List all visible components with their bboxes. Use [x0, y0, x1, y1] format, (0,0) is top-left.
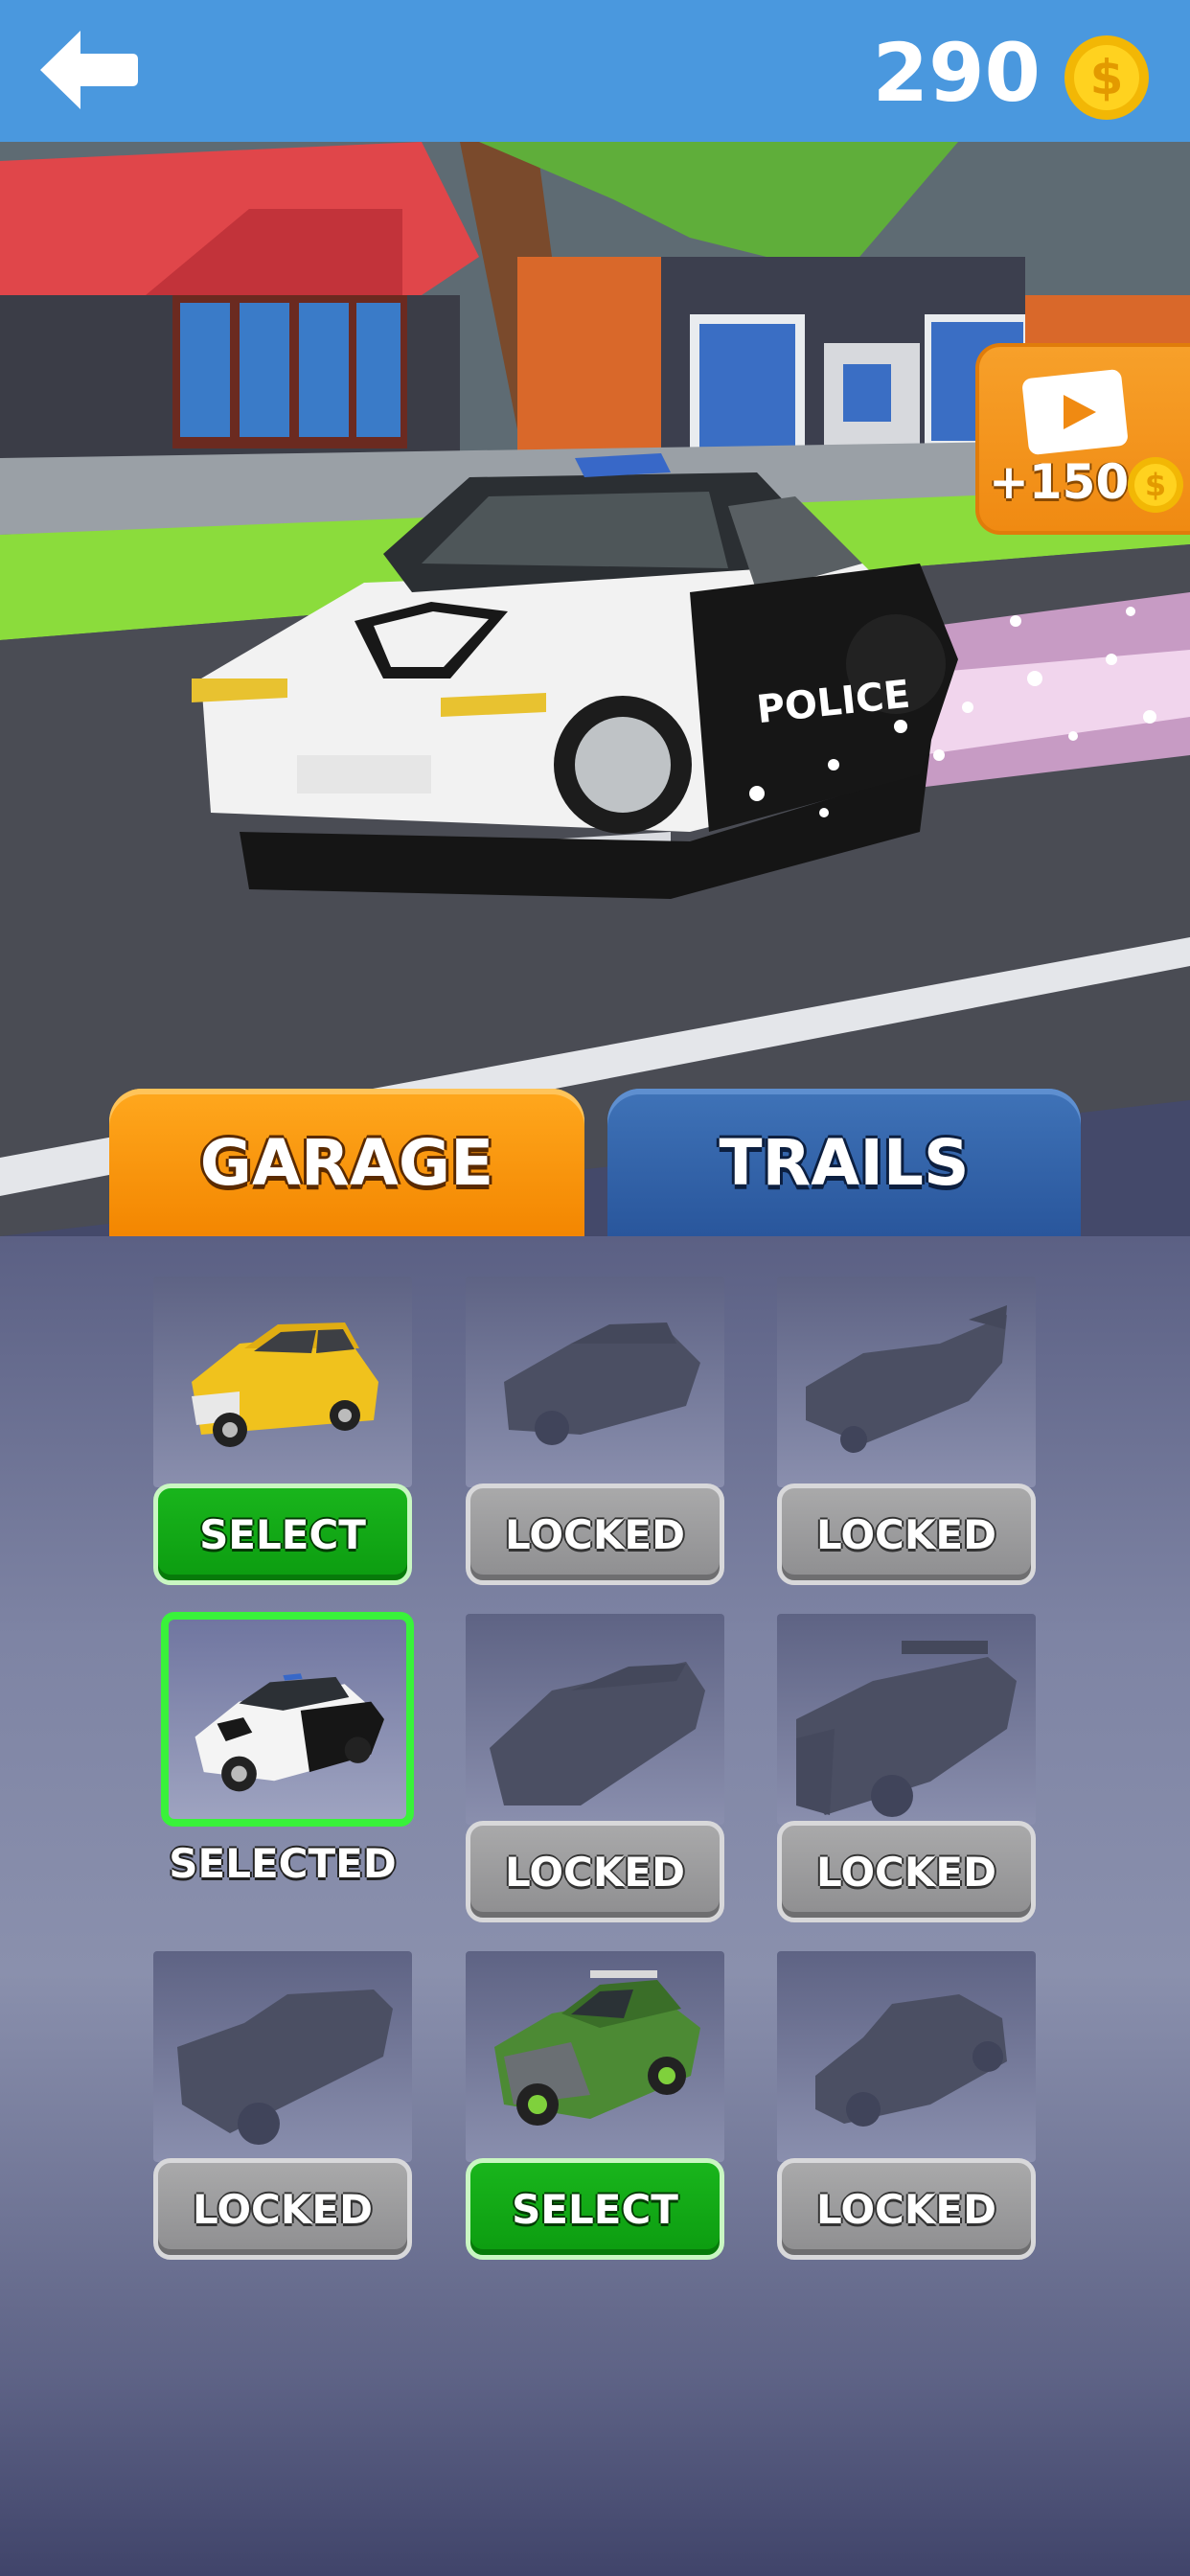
- car-thumbnail-police-selected[interactable]: [161, 1612, 414, 1827]
- locked-car-button[interactable]: LOCKED: [777, 1484, 1036, 1585]
- locked-car-button[interactable]: LOCKED: [466, 1821, 724, 1922]
- locked-car-button[interactable]: LOCKED: [466, 1484, 724, 1585]
- coin-balance: 290: [872, 26, 1041, 120]
- ad-reward-amount: +150: [989, 454, 1130, 510]
- car-thumbnail-locked-silhouette[interactable]: [777, 1614, 1036, 1825]
- car-card-yellow-hatchback: SELECT: [153, 1276, 412, 1593]
- car-card-locked: LOCKED: [777, 1276, 1036, 1593]
- locked-car-button[interactable]: LOCKED: [153, 2158, 412, 2260]
- street-scene: POLICE: [0, 142, 1190, 1236]
- car-thumbnail-yellow-hatchback[interactable]: [153, 1276, 412, 1487]
- back-button[interactable]: [36, 27, 142, 113]
- car-thumbnail-locked-silhouette[interactable]: [466, 1276, 724, 1487]
- svg-text:$: $: [1145, 467, 1166, 503]
- locked-car-button[interactable]: LOCKED: [777, 2158, 1036, 2260]
- tab-trails[interactable]: TRAILS: [607, 1089, 1081, 1236]
- select-car-button[interactable]: SELECT: [466, 2158, 724, 2260]
- svg-text:$: $: [1090, 50, 1124, 105]
- car-card-locked: LOCKED: [153, 1951, 412, 2267]
- dollar-coin-icon: $: [1128, 457, 1183, 513]
- car-card-locked: LOCKED: [777, 1614, 1036, 1930]
- car-thumbnail-locked-silhouette[interactable]: [777, 1276, 1036, 1487]
- car-card-locked: LOCKED: [466, 1614, 724, 1930]
- car-card-locked: LOCKED: [777, 1951, 1036, 2267]
- dollar-coin-icon: $: [1064, 35, 1149, 120]
- car-card-green-offroader: SELECT: [466, 1951, 724, 2267]
- car-thumbnail-green-offroader[interactable]: [466, 1951, 724, 2162]
- car-thumbnail-locked-silhouette[interactable]: [466, 1614, 724, 1825]
- car-preview-scene: POLICE +150 $: [0, 142, 1190, 1236]
- tab-garage[interactable]: GARAGE: [109, 1089, 584, 1236]
- car-thumbnail-locked-silhouette[interactable]: [153, 1951, 412, 2162]
- watch-ad-reward-button[interactable]: +150 $: [975, 343, 1190, 535]
- arrow-left-icon: [40, 31, 138, 109]
- top-bar: 290 $: [0, 0, 1190, 142]
- car-card-police: SELECTED: [153, 1612, 414, 1930]
- play-video-icon: [1022, 369, 1128, 455]
- locked-car-button[interactable]: LOCKED: [777, 1821, 1036, 1922]
- select-car-button[interactable]: SELECT: [153, 1484, 412, 1585]
- selected-status-label: SELECTED: [169, 1840, 397, 1887]
- car-thumbnail-locked-silhouette[interactable]: [777, 1951, 1036, 2162]
- car-card-locked: LOCKED: [466, 1276, 724, 1593]
